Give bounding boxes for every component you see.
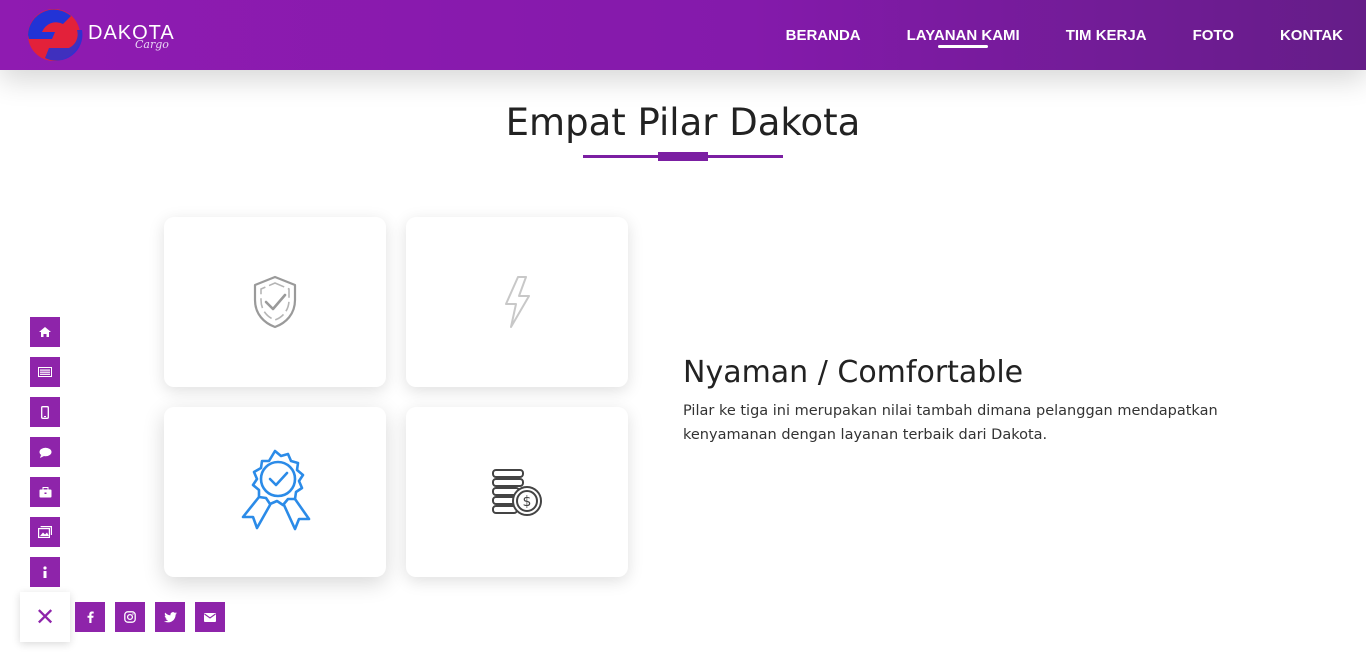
side-photos-button[interactable] [30,517,60,547]
nav-item-tim-kerja[interactable]: TIM KERJA [1066,0,1147,70]
section-title: Empat Pilar Dakota [505,101,861,144]
nav-item-foto[interactable]: FOTO [1193,0,1234,70]
side-home-button[interactable] [30,317,60,347]
nav-item-kontak[interactable]: KONTAK [1280,0,1343,70]
images-icon [38,526,52,538]
main-nav: BERANDA LAYANAN KAMI TIM KERJA FOTO KONT… [740,0,1343,70]
side-mobile-button[interactable] [30,397,60,427]
info-icon [43,565,47,578]
twitter-button[interactable] [155,602,185,632]
side-info-button[interactable] [30,557,60,587]
nav-item-layanan-kami[interactable]: LAYANAN KAMI [907,0,1020,70]
close-icon: ✕ [34,603,56,631]
brand-tagline: Cargo [135,38,169,51]
home-icon [39,327,51,337]
chat-icon [39,447,51,458]
facebook-button[interactable] [75,602,105,632]
close-menu-button[interactable]: ✕ [20,592,70,642]
dakota-logo-icon [28,9,83,61]
shield-check-icon [253,275,297,329]
twitter-icon [163,611,177,622]
mobile-icon [41,405,49,419]
coins-dollar-icon: $ [492,469,542,516]
envelope-icon [204,612,216,622]
brand-logo[interactable]: DAKOTA Cargo [25,8,185,62]
pillar-card-affordable[interactable]: $ [406,407,628,577]
lightning-icon [505,276,530,328]
facebook-icon [87,611,94,623]
svg-text:$: $ [523,494,532,510]
list-icon [38,367,52,377]
briefcase-icon [39,486,51,497]
side-services-button[interactable] [30,357,60,387]
title-underline-accent [658,152,708,161]
instagram-icon [124,611,136,623]
award-badge-icon [241,449,311,531]
side-team-button[interactable] [30,477,60,507]
pillar-description: Pilar ke tiga ini merupakan nilai tambah… [683,403,1218,443]
pillar-card-comfortable[interactable] [164,407,386,577]
side-chat-button[interactable] [30,437,60,467]
pillar-card-fast[interactable] [406,217,628,387]
pillar-card-secure[interactable] [164,217,386,387]
instagram-button[interactable] [115,602,145,632]
email-button[interactable] [195,602,225,632]
top-navbar: DAKOTA Cargo BERANDA LAYANAN KAMI TIM KE… [0,0,1366,70]
nav-item-beranda[interactable]: BERANDA [786,0,861,70]
pillar-title: Nyaman / Comfortable [683,355,1024,390]
